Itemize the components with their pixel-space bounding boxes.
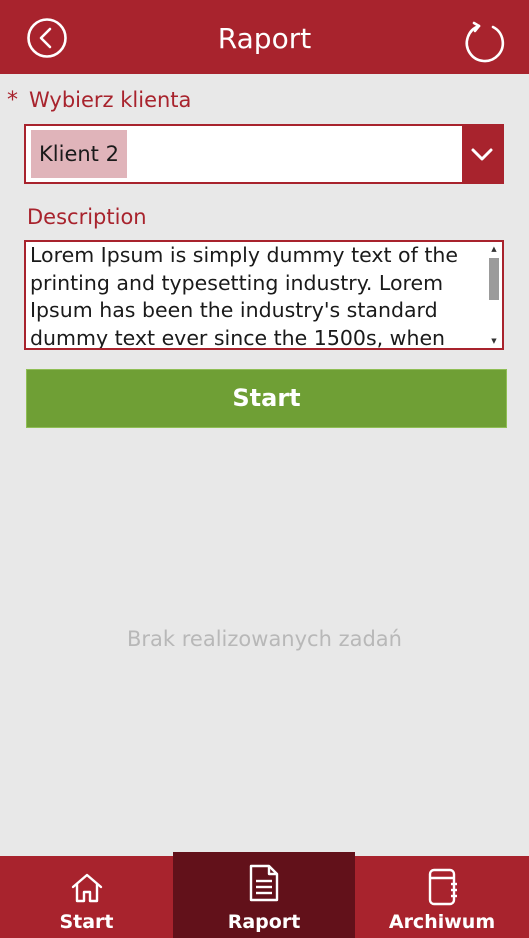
refresh-icon [465,21,505,63]
description-text: Lorem Ipsum is simply dummy text of the … [30,243,458,350]
document-icon [249,864,279,902]
scroll-thumb[interactable] [489,258,499,300]
nav-item-raport[interactable]: Raport [173,852,355,938]
nav-item-label: Start [59,911,114,933]
dropdown-toggle[interactable] [462,126,502,182]
nav-item-start[interactable]: Start [0,856,173,938]
client-selected-value: Klient 2 [31,130,127,178]
bottom-navigation: Start Raport Archiwum [0,852,529,938]
refresh-button[interactable] [462,20,508,66]
app-header: Raport [0,0,529,74]
chevron-down-icon [471,148,493,161]
scroll-down-arrow-icon[interactable]: ▼ [489,336,499,346]
nav-item-label: Raport [227,911,301,933]
empty-tasks-message: Brak realizowanych zadań [127,627,402,651]
nav-item-archiwum[interactable]: Archiwum [355,856,529,938]
client-dropdown[interactable]: Klient 2 [24,124,504,184]
scroll-up-arrow-icon[interactable]: ▲ [489,244,499,254]
page-title: Raport [217,22,312,55]
start-button[interactable]: Start [26,369,507,428]
required-marker: * [7,88,18,113]
client-field-label: Wybierz klienta [29,88,192,112]
notebook-icon [428,868,457,906]
home-icon [71,873,102,903]
description-field-label: Description [27,205,147,229]
description-textarea[interactable]: Lorem Ipsum is simply dummy text of the … [24,240,504,350]
nav-item-label: Archiwum [388,911,496,933]
description-scrollbar[interactable]: ▲ ▼ [488,244,500,346]
